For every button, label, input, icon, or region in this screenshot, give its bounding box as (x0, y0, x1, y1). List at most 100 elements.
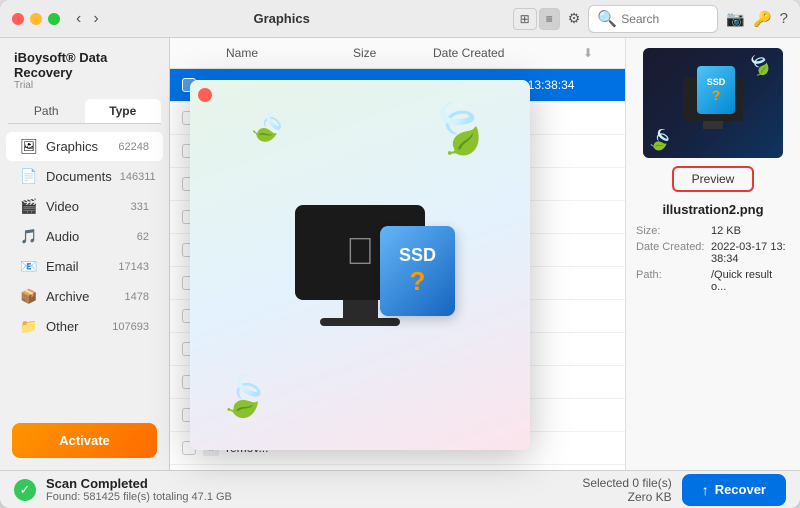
sidebar-item-archive[interactable]: 📦 Archive 1478 (6, 282, 163, 311)
sidebar-count-archive: 1478 (125, 291, 149, 303)
selected-files-text: Selected 0 file(s) (582, 476, 671, 490)
col-header-size: Size (353, 46, 433, 60)
sidebar-count-video: 331 (131, 201, 149, 213)
sidebar-header: iBoysoft® Data Recovery Trial (0, 38, 169, 99)
toolbar-icons: 📷 🔑 ? (726, 10, 788, 28)
leaf-decoration-1: 🍃 (744, 48, 778, 82)
scan-complete-icon: ✓ (14, 479, 36, 501)
tab-type[interactable]: Type (85, 99, 162, 123)
list-view-button[interactable]: ≡ (539, 8, 560, 30)
sidebar-label-email: Email (46, 259, 110, 274)
ssd-label: SSD (707, 77, 726, 87)
view-toggle: ⊞ ≡ (513, 8, 560, 30)
overlay-stand-base (320, 318, 400, 326)
audio-icon: 🎵 (20, 228, 38, 245)
size-label: Size: (636, 225, 711, 237)
minimize-button[interactable] (30, 13, 42, 25)
sidebar-label-archive: Archive (46, 289, 117, 304)
tab-path[interactable]: Path (8, 99, 85, 123)
overlay-ssd-card: SSD ? (380, 226, 455, 316)
grid-view-button[interactable]: ⊞ (513, 8, 537, 30)
overlay-image-content: 🍃 🍃 🍃  SSD ? (190, 80, 530, 450)
sidebar-item-video[interactable]: 🎬 Video 331 (6, 192, 163, 221)
camera-icon[interactable]: 📷 (726, 10, 745, 28)
preview-panel: 🍃 🍃  SSD ? Preview illustration2.png (625, 38, 800, 470)
search-box: 🔍 (588, 5, 718, 33)
col-header-name: Name (226, 46, 353, 60)
overlay-ssd-label: SSD (399, 245, 436, 266)
recover-button-icon: ↑ (702, 482, 709, 498)
monitor-stand (703, 121, 723, 129)
sidebar-tabs: Path Type (8, 99, 161, 124)
sidebar-item-email[interactable]: 📧 Email 17143 (6, 252, 163, 281)
toolbar-right: ⊞ ≡ ⚙ 🔍 📷 🔑 ? (513, 5, 788, 33)
search-icon: 🔍 (597, 9, 617, 29)
sidebar-count-documents: 146311 (120, 171, 156, 183)
email-icon: 📧 (20, 258, 38, 275)
statusbar: ✓ Scan Completed Found: 581425 file(s) t… (0, 470, 800, 508)
titlebar: ‹ › Graphics ⊞ ≡ ⚙ 🔍 📷 🔑 ? (0, 0, 800, 38)
ssd-card: SSD ? (697, 66, 735, 114)
preview-filename: illustration2.png (662, 202, 763, 217)
recover-button[interactable]: ↑ Recover (682, 474, 786, 506)
ssd-question-icon: ? (712, 87, 721, 103)
sidebar-item-other[interactable]: 📁 Other 107693 (6, 312, 163, 341)
sidebar: iBoysoft® Data Recovery Trial Path Type … (0, 38, 170, 470)
search-input[interactable] (621, 12, 709, 26)
app-title: iBoysoft® Data Recovery (14, 50, 155, 80)
other-icon: 📁 (20, 318, 38, 335)
sidebar-label-documents: Documents (46, 169, 112, 184)
overlay-stand-neck (343, 300, 378, 318)
documents-icon: 📄 (20, 168, 38, 185)
col-header-actions: ⬇ (583, 44, 613, 62)
selected-size-text: Zero KB (582, 490, 671, 504)
preview-button[interactable]: Preview (672, 166, 755, 192)
sidebar-label-video: Video (46, 199, 123, 214)
overlay-ssd-question-icon: ? (410, 266, 426, 297)
overlay-monitor-wrapper:  SSD ? (295, 205, 425, 326)
preview-overlay: 🍃 🍃 🍃  SSD ? (190, 80, 530, 450)
file-list-header: Name Size Date Created ⬇ (170, 38, 625, 69)
sidebar-item-documents[interactable]: 📄 Documents 146311 (6, 162, 163, 191)
sidebar-items: 🖼 Graphics 62248 📄 Documents 146311 🎬 Vi… (0, 128, 169, 413)
overlay-leaf-icon-1: 🍃 (420, 91, 499, 168)
close-button[interactable] (12, 13, 24, 25)
leaf-decoration-2: 🍃 (644, 124, 676, 156)
app-subtitle: Trial (14, 80, 155, 91)
preview-monitor:  SSD ? (683, 77, 743, 129)
overlay-apple-logo:  (346, 231, 375, 274)
date-label: Date Created: (636, 241, 711, 265)
sidebar-item-audio[interactable]: 🎵 Audio 62 (6, 222, 163, 251)
preview-meta: Size: 12 KB Date Created: 2022-03-17 13:… (636, 225, 790, 297)
path-value: /Quick result o... (711, 269, 790, 293)
archive-icon: 📦 (20, 288, 38, 305)
scan-status-text: Scan Completed (46, 476, 232, 491)
overlay-close-button[interactable] (198, 88, 212, 102)
sidebar-label-other: Other (46, 319, 104, 334)
window-title: Graphics (51, 11, 513, 26)
activate-button[interactable]: Activate (12, 423, 157, 458)
preview-thumbnail: 🍃 🍃  SSD ? (643, 48, 783, 158)
filter-button[interactable]: ⚙ (568, 10, 581, 27)
size-value: 12 KB (711, 225, 790, 237)
graphics-icon: 🖼 (20, 138, 38, 155)
overlay-leaf-icon-3: 🍃 (244, 103, 294, 152)
sidebar-count-graphics: 62248 (118, 141, 149, 153)
recover-button-label: Recover (715, 482, 766, 497)
scan-status-group: Scan Completed Found: 581425 file(s) tot… (46, 476, 232, 503)
sidebar-count-other: 107693 (112, 321, 149, 333)
scan-detail-text: Found: 581425 file(s) totaling 47.1 GB (46, 491, 232, 503)
selected-info: Selected 0 file(s) Zero KB (582, 476, 671, 504)
overlay-leaf-icon-2: 🍃 (216, 369, 273, 424)
help-icon[interactable]: ? (780, 10, 788, 28)
meta-row-date: Date Created: 2022-03-17 13:38:34 (636, 241, 790, 265)
date-value: 2022-03-17 13:38:34 (711, 241, 790, 265)
meta-row-size: Size: 12 KB (636, 225, 790, 237)
sidebar-label-graphics: Graphics (46, 139, 110, 154)
video-icon: 🎬 (20, 198, 38, 215)
sidebar-count-audio: 62 (137, 231, 149, 243)
sidebar-item-graphics[interactable]: 🖼 Graphics 62248 (6, 132, 163, 161)
col-header-date: Date Created (433, 46, 583, 60)
key-icon[interactable]: 🔑 (753, 10, 772, 28)
path-label: Path: (636, 269, 711, 293)
